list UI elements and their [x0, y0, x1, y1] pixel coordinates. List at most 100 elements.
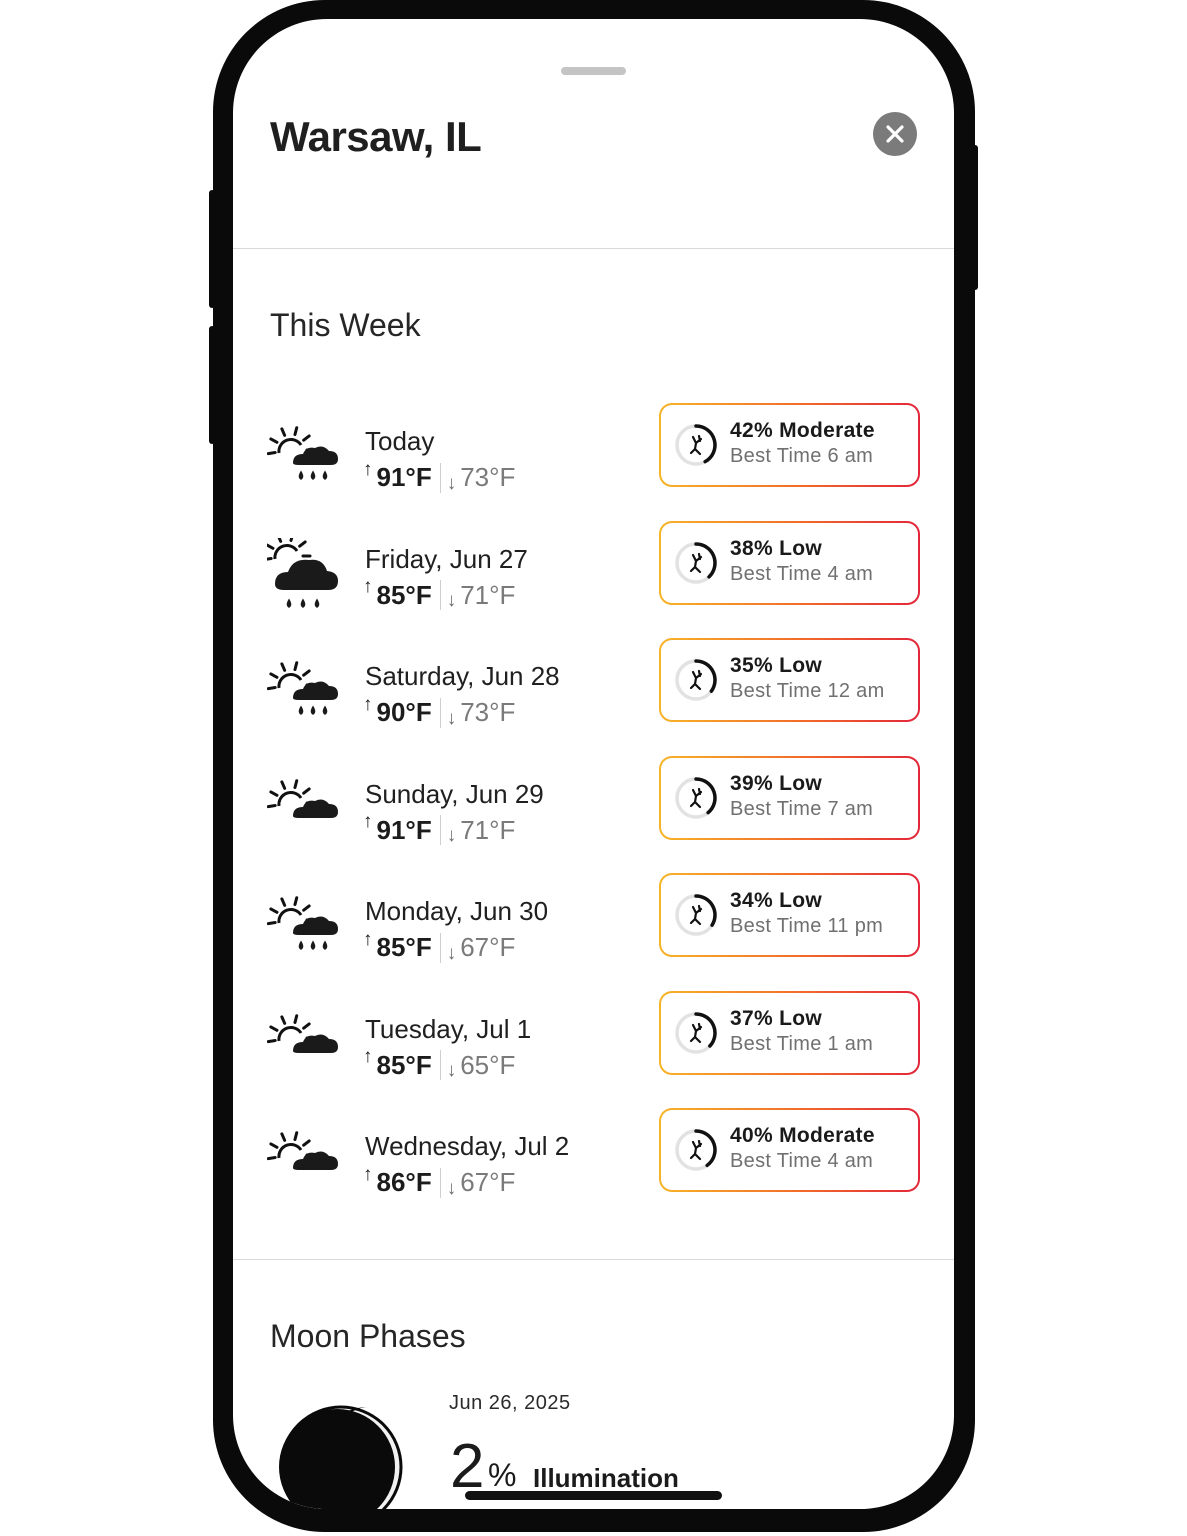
- partly-cloudy-rain-icon: [267, 661, 338, 715]
- high-arrow-icon: ↑: [363, 693, 373, 715]
- best-time: Best Time 4 am: [730, 562, 874, 585]
- activity-percent: 38% Low: [730, 536, 822, 560]
- low-temp: 71°F: [460, 579, 516, 610]
- header-divider: [233, 248, 954, 249]
- deer-gauge-icon: [675, 1011, 717, 1054]
- best-time: Best Time 6 am: [730, 445, 874, 467]
- day-temps: ↑ 91°F ↓ 71°F: [363, 811, 516, 846]
- best-time: Best Time 1 am: [730, 1032, 874, 1055]
- screen: Warsaw, IL This Week Today ↑ 91°F ↓ 73°F…: [233, 19, 954, 1509]
- low-arrow-icon: ↓: [446, 1177, 457, 1199]
- phone-side-button-left-top: [209, 190, 215, 308]
- high-temp: 86°F: [376, 1167, 432, 1197]
- activity-badge[interactable]: 34% Low Best Time 11 pm: [659, 873, 920, 957]
- home-indicator[interactable]: [465, 1491, 722, 1500]
- day-name: Tuesday, Jul 1: [365, 1013, 532, 1044]
- location-title: Warsaw, IL: [270, 113, 482, 160]
- best-time: Best Time 4 am: [730, 1150, 874, 1172]
- partly-cloudy-icon: [267, 1013, 338, 1053]
- high-temp: 90°F: [376, 697, 432, 727]
- day-row-6[interactable]: Wednesday, Jul 2 ↑ 86°F ↓ 67°F 40% Moder…: [233, 1108, 954, 1243]
- day-temps: ↑ 85°F ↓ 67°F: [363, 928, 516, 964]
- high-arrow-icon: ↑: [363, 1046, 373, 1067]
- low-arrow-icon: ↓: [446, 1060, 457, 1081]
- day-temps: ↑ 85°F ↓ 71°F: [363, 576, 516, 611]
- day-name: Today: [365, 426, 435, 456]
- low-temp: 73°F: [460, 462, 516, 492]
- close-button[interactable]: [873, 112, 917, 156]
- high-arrow-icon: ↑: [363, 576, 373, 597]
- high-temp: 85°F: [376, 579, 432, 610]
- moon-illumination-label: Illumination: [533, 1463, 679, 1493]
- temp-separator: [439, 1050, 441, 1080]
- temp-separator: [439, 815, 441, 845]
- day-temps: ↑ 85°F ↓ 65°F: [363, 1046, 516, 1081]
- deer-gauge-icon: [675, 1129, 717, 1171]
- deer-gauge-icon: [675, 659, 717, 701]
- low-arrow-icon: ↓: [446, 707, 457, 729]
- temp-separator: [439, 462, 441, 493]
- activity-percent: 39% Low: [730, 771, 822, 795]
- deer-gauge-icon: [675, 776, 717, 819]
- activity-badge[interactable]: 35% Low Best Time 12 am: [659, 638, 920, 722]
- high-arrow-icon: ↑: [363, 811, 373, 832]
- moon-phases-heading: Moon Phases: [270, 1318, 466, 1354]
- high-arrow-icon: ↑: [363, 458, 373, 480]
- moon-divider: [233, 1259, 954, 1260]
- low-arrow-icon: ↓: [446, 590, 457, 611]
- phone-side-button-right: [972, 145, 978, 290]
- high-temp: 85°F: [376, 932, 432, 962]
- best-time: Best Time 11 pm: [730, 915, 884, 937]
- high-temp: 85°F: [376, 1049, 432, 1080]
- this-week-heading: This Week: [270, 307, 421, 343]
- high-temp: 91°F: [376, 462, 432, 492]
- partly-cloudy-icon: [267, 1131, 338, 1170]
- activity-percent: 35% Low: [730, 654, 822, 677]
- moon-phase-icon: [279, 1405, 403, 1509]
- low-temp: 67°F: [460, 1167, 516, 1197]
- low-arrow-icon: ↓: [446, 942, 457, 964]
- day-name: Friday, Jun 27: [365, 543, 528, 574]
- activity-badge[interactable]: 37% Low Best Time 1 am: [659, 990, 920, 1075]
- sheet-grabber[interactable]: [561, 67, 626, 75]
- phone-side-button-left-bottom: [209, 326, 215, 444]
- partly-cloudy-rain-icon: [267, 426, 338, 480]
- partly-cloudy-icon: [267, 778, 338, 818]
- cloud-rain-icon: [267, 537, 338, 608]
- low-temp: 65°F: [460, 1049, 516, 1080]
- high-arrow-icon: ↑: [363, 928, 373, 950]
- low-temp: 71°F: [460, 814, 516, 845]
- moon-date: Jun 26, 2025: [449, 1392, 571, 1414]
- high-temp: 91°F: [376, 814, 432, 845]
- day-name: Wednesday, Jul 2: [365, 1131, 570, 1161]
- activity-badge[interactable]: 39% Low Best Time 7 am: [659, 755, 920, 840]
- activity-badge[interactable]: 40% Moderate Best Time 4 am: [659, 1108, 920, 1192]
- close-icon: [886, 125, 904, 143]
- day-name: Saturday, Jun 28: [365, 661, 560, 691]
- activity-percent: 42% Moderate: [730, 419, 875, 442]
- activity-percent: 34% Low: [730, 889, 822, 912]
- activity-percent: 40% Moderate: [730, 1124, 875, 1147]
- deer-gauge-icon: [675, 424, 717, 466]
- low-temp: 73°F: [460, 697, 516, 727]
- high-arrow-icon: ↑: [363, 1163, 373, 1185]
- temp-separator: [439, 580, 441, 610]
- temp-separator: [439, 932, 441, 963]
- partly-cloudy-rain-icon: [267, 896, 338, 950]
- day-temps: ↑ 86°F ↓ 67°F: [363, 1163, 516, 1199]
- activity-badge[interactable]: 42% Moderate Best Time 6 am: [659, 403, 920, 487]
- best-time: Best Time 12 am: [730, 680, 885, 702]
- temp-separator: [439, 697, 441, 728]
- day-name: Sunday, Jun 29: [365, 778, 544, 809]
- deer-gauge-icon: [675, 541, 717, 584]
- temp-separator: [439, 1167, 441, 1198]
- best-time: Best Time 7 am: [730, 797, 874, 820]
- activity-badge[interactable]: 38% Low Best Time 4 am: [659, 520, 920, 605]
- day-temps: ↑ 90°F ↓ 73°F: [363, 693, 516, 729]
- moon-illumination-unit: %: [488, 1457, 517, 1493]
- deer-gauge-icon: [675, 894, 717, 936]
- day-name: Monday, Jun 30: [365, 896, 549, 926]
- low-arrow-icon: ↓: [446, 825, 457, 846]
- low-temp: 67°F: [460, 932, 516, 962]
- day-temps: ↑ 91°F ↓ 73°F: [363, 458, 516, 494]
